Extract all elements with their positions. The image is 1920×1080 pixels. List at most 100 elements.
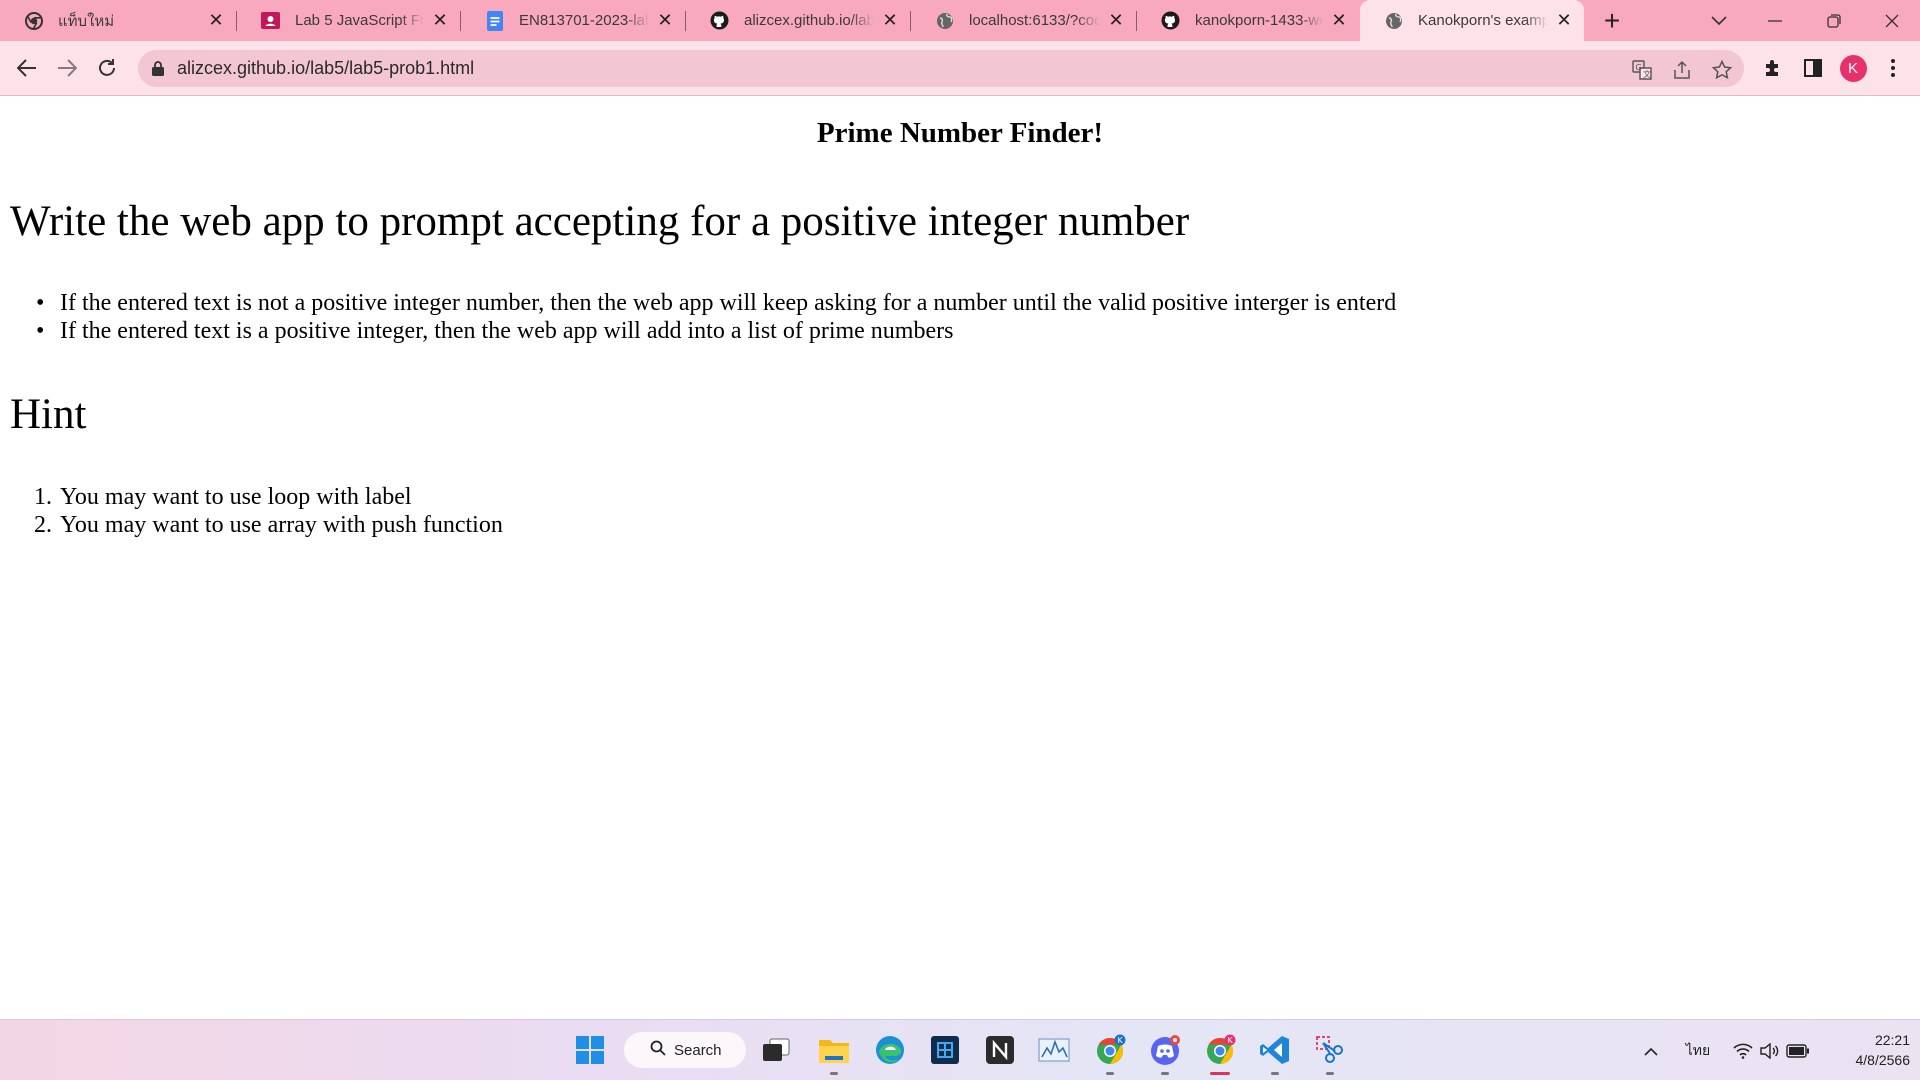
reload-icon (99, 59, 115, 76)
running-indicator (830, 1072, 838, 1075)
tab-title: Kanokporn's example (1418, 12, 1548, 29)
list-text: You may want to use loop with label (60, 484, 412, 510)
close-icon[interactable]: ✕ (1329, 10, 1349, 31)
hint-heading: Hint (10, 391, 87, 438)
tab-lab5-javascript[interactable]: Lab 5 JavaScript Fund ✕ (237, 0, 460, 41)
globe-icon (935, 11, 954, 30)
svg-text:K: K (1228, 1036, 1234, 1045)
tab-alizcex-github[interactable]: alizcex.github.io/lab5/ ✕ (686, 0, 910, 41)
battery-icon[interactable] (1785, 1040, 1811, 1062)
side-panel-button[interactable] (1798, 53, 1828, 83)
show-hidden-icons-button[interactable] (1641, 1040, 1661, 1062)
minimize-button[interactable] (1747, 0, 1803, 41)
restore-button[interactable] (1806, 0, 1862, 41)
app-icon (931, 1036, 959, 1064)
lock-icon[interactable] (150, 61, 166, 77)
globe-icon (1384, 11, 1403, 30)
tab-title: EN813701-2023-lab5 (519, 12, 649, 29)
address-bar[interactable]: alizcex.github.io/lab5/lab5-prob1.html (138, 50, 1744, 87)
running-indicator (1106, 1072, 1114, 1075)
running-indicator (1161, 1072, 1169, 1075)
chevron-down-icon (1711, 15, 1727, 25)
file-explorer-button[interactable] (816, 1032, 852, 1075)
avatar[interactable]: K (1839, 54, 1867, 82)
list-item: If the entered text is a positive intege… (36, 317, 1396, 345)
share-icon[interactable] (1671, 59, 1693, 81)
rules-list: If the entered text is not a positive in… (36, 289, 1396, 345)
close-icon[interactable]: ✕ (206, 10, 226, 31)
reload-button[interactable] (92, 53, 122, 83)
chrome-button[interactable]: K (1092, 1032, 1128, 1075)
main-heading: Write the web app to prompt accepting fo… (10, 198, 1190, 245)
tab-title: localhost:6133/?code (969, 12, 1100, 29)
list-item: 1. You may want to use loop with label (34, 483, 503, 511)
back-button[interactable] (12, 53, 42, 83)
volume-icon[interactable] (1758, 1040, 1782, 1062)
extensions-button[interactable] (1758, 53, 1788, 83)
app-button[interactable] (927, 1032, 963, 1068)
url-text[interactable]: alizcex.github.io/lab5/lab5-prob1.html (177, 58, 474, 79)
list-number: 1. (34, 484, 52, 510)
discord-icon (1151, 1035, 1180, 1065)
input-language-button[interactable]: ไทย (1683, 1040, 1713, 1062)
chrome-icon: K (1097, 1034, 1126, 1065)
edge-icon (876, 1036, 904, 1064)
profile-button[interactable]: K (1838, 53, 1868, 83)
github-icon (1161, 11, 1180, 30)
more-vert-icon (1891, 59, 1895, 77)
arrow-right-icon (58, 59, 77, 77)
page-title: Prime Number Finder! (816, 117, 1104, 149)
tab-search-button[interactable] (1691, 0, 1747, 41)
start-button[interactable] (572, 1032, 608, 1068)
page-content: Prime Number Finder! Write the web app t… (0, 97, 1920, 1019)
minimize-icon (1768, 19, 1782, 22)
snipping-tool-icon (1316, 1036, 1343, 1063)
taskbar-search[interactable]: Search (624, 1032, 746, 1068)
chrome-profile-button[interactable]: K (1202, 1032, 1238, 1075)
tab-title: Lab 5 JavaScript Fund (295, 12, 424, 29)
list-item: 2. You may want to use array with push fu… (34, 511, 503, 539)
tab-new-tab[interactable]: แท็บใหม่ ✕ (0, 0, 236, 41)
tab-title: alizcex.github.io/lab5/ (744, 12, 874, 29)
tab-kanokporn-web[interactable]: kanokporn-1433-web ✕ (1137, 0, 1359, 41)
forward-button[interactable] (52, 53, 82, 83)
browser-toolbar: alizcex.github.io/lab5/lab5-prob1.html G… (0, 41, 1920, 96)
side-panel-icon (1804, 59, 1822, 77)
docs-icon (485, 10, 504, 31)
translate-icon[interactable]: G文 (1631, 59, 1653, 81)
svg-text:K: K (1118, 1036, 1124, 1045)
tab-strip: แท็บใหม่ ✕ Lab 5 JavaScript Fund ✕ EN813… (0, 0, 1920, 41)
wifi-icon[interactable] (1731, 1040, 1755, 1062)
github-icon (710, 11, 729, 30)
close-icon[interactable]: ✕ (1554, 10, 1574, 31)
close-window-button[interactable] (1864, 0, 1920, 41)
clock-time: 22:21 (1874, 1032, 1910, 1048)
bookmark-star-icon[interactable] (1711, 59, 1733, 81)
new-tab-button[interactable]: + (1597, 5, 1627, 36)
task-view-button[interactable] (758, 1032, 794, 1068)
tab-kanokporn-example[interactable]: Kanokporn's example ✕ (1360, 0, 1584, 41)
edge-button[interactable] (872, 1032, 908, 1068)
file-explorer-icon (819, 1040, 849, 1063)
chrome-profile-icon: K (1207, 1034, 1236, 1065)
chevron-up-icon (1644, 1047, 1658, 1056)
system-clock[interactable]: 22:21 4/8/2566 (1826, 1030, 1911, 1070)
tab-en813701-doc[interactable]: EN813701-2023-lab5 ✕ (461, 0, 685, 41)
running-indicator (1326, 1072, 1334, 1075)
close-icon[interactable]: ✕ (880, 10, 900, 31)
close-icon[interactable]: ✕ (655, 10, 675, 31)
taskbar: Search K K ไทย 22:21 4/8/2566 (0, 1019, 1920, 1080)
menu-button[interactable] (1878, 53, 1908, 83)
vscode-button[interactable] (1257, 1032, 1293, 1075)
monitor-button[interactable] (1036, 1032, 1072, 1068)
notion-button[interactable] (982, 1032, 1018, 1068)
discord-button[interactable] (1147, 1032, 1183, 1075)
close-icon[interactable]: ✕ (1106, 10, 1126, 31)
svg-text:文: 文 (1643, 69, 1651, 79)
close-icon[interactable]: ✕ (430, 10, 450, 31)
list-item: If the entered text is not a positive in… (36, 289, 1396, 317)
task-view-icon (763, 1038, 790, 1061)
tab-localhost[interactable]: localhost:6133/?code ✕ (911, 0, 1136, 41)
snipping-tool-button[interactable] (1312, 1032, 1348, 1075)
running-indicator (1271, 1072, 1279, 1075)
